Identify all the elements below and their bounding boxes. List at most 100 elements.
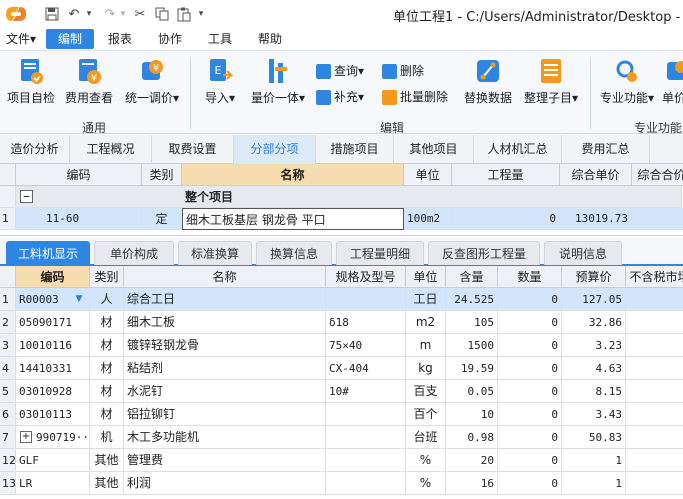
resource-unit[interactable]: % — [406, 472, 446, 495]
col-qty[interactable]: 数量 — [498, 266, 562, 288]
resource-budget-price[interactable]: 50.83 — [562, 426, 626, 449]
qty-price-button[interactable]: 量价一体▾ — [246, 57, 310, 106]
resource-name[interactable]: 利润 — [124, 472, 326, 495]
resource-content[interactable]: 20 — [446, 449, 498, 472]
col-type[interactable]: 类别 — [142, 164, 182, 186]
resource-market-price[interactable]: 5 — [626, 426, 683, 449]
undo-icon[interactable]: ↶ — [66, 5, 82, 23]
resource-type[interactable]: 材 — [90, 311, 124, 334]
import-button[interactable]: E 导入▾ — [200, 57, 240, 106]
resource-budget-price[interactable]: 1 — [562, 472, 626, 495]
project-check-button[interactable]: 项目自检 — [4, 57, 58, 106]
col-name[interactable]: 名称 — [124, 266, 326, 288]
organize-items-button[interactable]: 整理子目▾ — [520, 57, 582, 106]
tab-labor-material-display[interactable]: 工料机显示 — [6, 241, 90, 265]
item-total-price[interactable] — [632, 208, 683, 230]
resource-qty[interactable]: 0 — [498, 311, 562, 334]
resource-name[interactable]: 木工多功能机 — [124, 426, 326, 449]
item-quantity[interactable]: 0 — [452, 208, 560, 230]
resource-spec[interactable] — [326, 403, 406, 426]
cut-icon[interactable]: ✂ — [132, 5, 148, 23]
customize-dropdown-icon[interactable]: ▾ — [196, 5, 206, 23]
resource-type[interactable]: 材 — [90, 403, 124, 426]
resource-name[interactable]: 管理费 — [124, 449, 326, 472]
col-type[interactable]: 类别 — [90, 266, 124, 288]
resource-type[interactable]: 材 — [90, 334, 124, 357]
resource-code[interactable]: 03010113 — [16, 403, 90, 426]
col-unit[interactable]: 单位 — [406, 266, 446, 288]
resource-unit[interactable]: 百支 — [406, 380, 446, 403]
resource-market-price[interactable] — [626, 380, 683, 403]
col-code[interactable]: 编码 — [16, 164, 142, 186]
resource-content[interactable]: 0.98 — [446, 426, 498, 449]
resource-name[interactable]: 水泥钉 — [124, 380, 326, 403]
resource-budget-price[interactable]: 127.05 — [562, 288, 626, 311]
resource-spec[interactable] — [326, 449, 406, 472]
tab-price-composition[interactable]: 单价构成 — [94, 241, 174, 265]
menu-tools[interactable]: 工具 — [200, 29, 240, 49]
tab-project-overview[interactable]: 工程概况 — [70, 135, 152, 164]
resource-content[interactable]: 0.05 — [446, 380, 498, 403]
resource-spec[interactable]: 10# — [326, 380, 406, 403]
tab-conversion-info[interactable]: 换算信息 — [256, 241, 332, 265]
tab-other-items[interactable]: 其他项目 — [394, 135, 474, 164]
menu-report[interactable]: 报表 — [100, 29, 140, 49]
resource-spec[interactable] — [326, 426, 406, 449]
resource-name[interactable]: 综合工日 — [124, 288, 326, 311]
copy-icon[interactable] — [154, 5, 170, 23]
item-type[interactable]: 定 — [142, 208, 182, 230]
resource-budget-price[interactable]: 3.23 — [562, 334, 626, 357]
resource-content[interactable]: 1500 — [446, 334, 498, 357]
col-spec[interactable]: 规格及型号 — [326, 266, 406, 288]
tab-cost-analysis[interactable]: 造价分析 — [0, 135, 70, 164]
resource-qty[interactable]: 0 — [498, 357, 562, 380]
tab-quantity-detail[interactable]: 工程量明细 — [336, 241, 424, 265]
resource-market-price[interactable] — [626, 357, 683, 380]
resource-name[interactable]: 粘结剂 — [124, 357, 326, 380]
resource-spec[interactable]: 75×40 — [326, 334, 406, 357]
tab-fee-summary[interactable]: 费用汇总 — [562, 135, 650, 164]
resource-type[interactable]: 人 — [90, 288, 124, 311]
resource-spec[interactable]: δ18 — [326, 311, 406, 334]
professional-button[interactable]: 专业功能▾ — [598, 57, 656, 106]
resource-qty[interactable]: 0 — [498, 449, 562, 472]
col-content[interactable]: 含量 — [446, 266, 498, 288]
replace-data-button[interactable]: 替换数据 — [462, 57, 514, 106]
tab-description[interactable]: 说明信息 — [544, 241, 622, 265]
expand-toggle-icon[interactable]: + — [20, 431, 32, 443]
resource-market-price[interactable]: 3 — [626, 311, 683, 334]
resource-qty[interactable]: 0 — [498, 334, 562, 357]
resource-qty[interactable]: 0 — [498, 403, 562, 426]
resource-content[interactable]: 10 — [446, 403, 498, 426]
resource-code[interactable]: GLF — [16, 449, 90, 472]
resource-market-price[interactable] — [626, 472, 683, 495]
item-code[interactable]: 11-60 — [16, 208, 142, 230]
paste-icon[interactable] — [176, 5, 192, 23]
resource-code[interactable]: 14410331 — [16, 357, 90, 380]
resource-code[interactable]: 10010116 — [16, 334, 90, 357]
col-total-price[interactable]: 综合合价 — [632, 164, 683, 186]
tab-fee-settings[interactable]: 取费设置 — [152, 135, 234, 164]
resource-name[interactable]: 细木工板 — [124, 311, 326, 334]
unit-price-button[interactable]: 单价 — [662, 57, 683, 106]
collapse-toggle-icon[interactable]: − — [20, 190, 33, 203]
menu-edit[interactable]: 编制 — [46, 29, 94, 49]
resource-qty[interactable]: 0 — [498, 380, 562, 403]
resource-budget-price[interactable]: 4.63 — [562, 357, 626, 380]
tab-standard-conversion[interactable]: 标准换算 — [178, 241, 252, 265]
resource-content[interactable]: 16 — [446, 472, 498, 495]
redo-icon[interactable]: ↷ — [102, 5, 118, 23]
resource-market-price[interactable] — [626, 449, 683, 472]
tab-reverse-graphic-quantity[interactable]: 反查图形工程量 — [428, 241, 540, 265]
resource-qty[interactable]: 0 — [498, 288, 562, 311]
resource-qty[interactable]: 0 — [498, 472, 562, 495]
resource-market-price[interactable]: 12 — [626, 288, 683, 311]
resource-unit[interactable]: 百个 — [406, 403, 446, 426]
col-unit[interactable]: 单位 — [404, 164, 452, 186]
delete-button[interactable]: 删除 — [382, 61, 424, 81]
item-name-editor[interactable]: 细木工板基层 钢龙骨 平口 — [182, 208, 404, 230]
col-code[interactable]: 编码 — [16, 266, 90, 288]
resource-budget-price[interactable]: 3.43 — [562, 403, 626, 426]
resource-unit[interactable]: m — [406, 334, 446, 357]
col-name[interactable]: 名称 — [182, 164, 404, 186]
